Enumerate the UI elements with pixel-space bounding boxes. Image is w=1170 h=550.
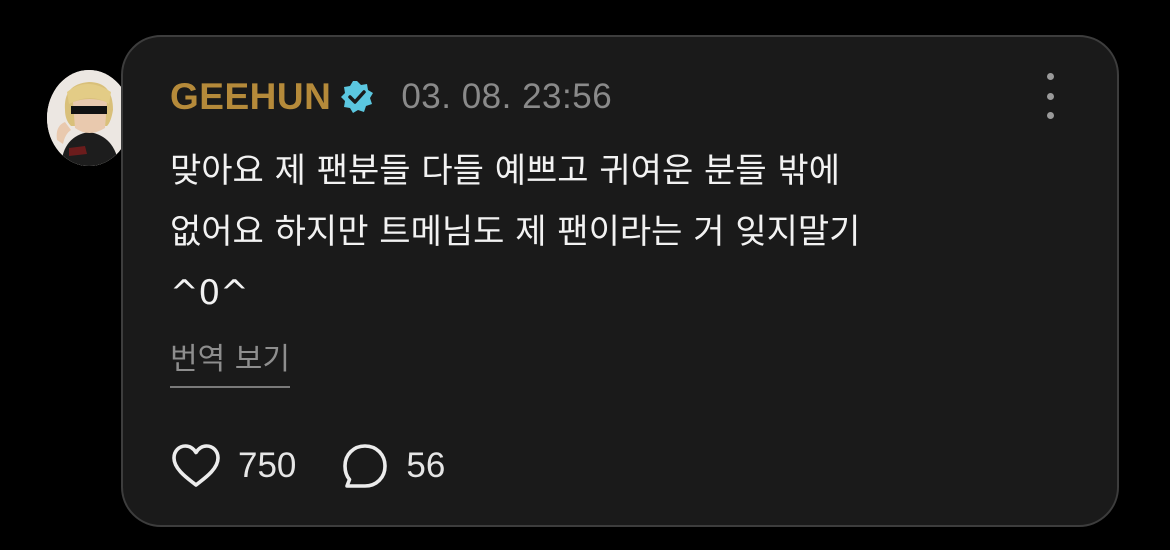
- username[interactable]: GEEHUN: [170, 76, 331, 118]
- verified-badge-icon: [339, 79, 375, 115]
- speech-bubble-icon: [343, 444, 388, 488]
- heart-outline-icon: [172, 444, 220, 487]
- translate-link[interactable]: 번역 보기: [170, 341, 290, 388]
- like-count: 750: [238, 446, 297, 485]
- more-vertical-icon-dot: [1046, 73, 1054, 80]
- page: GEEHUN 03. 08. 23:56 맞아요 제 팬분들 다들 예쁘고 귀여…: [0, 0, 1170, 550]
- more-options-button[interactable]: [1037, 73, 1063, 119]
- more-vertical-icon-dot: [1046, 112, 1054, 119]
- action-bar: 750 56: [170, 440, 445, 492]
- timestamp: 03. 08. 23:56: [401, 77, 613, 116]
- more-vertical-icon-dot: [1046, 92, 1054, 100]
- avatar[interactable]: [47, 70, 131, 166]
- like-button[interactable]: 750: [170, 443, 296, 489]
- comment-count: 56: [406, 446, 446, 485]
- comment-text: 맞아요 제 팬분들 다들 예쁘고 귀여운 분들 밖에 없어요 하지만 트메님도 …: [170, 151, 861, 313]
- comment-header: GEEHUN 03. 08. 23:56: [170, 76, 612, 118]
- comment-button[interactable]: 56: [340, 441, 445, 491]
